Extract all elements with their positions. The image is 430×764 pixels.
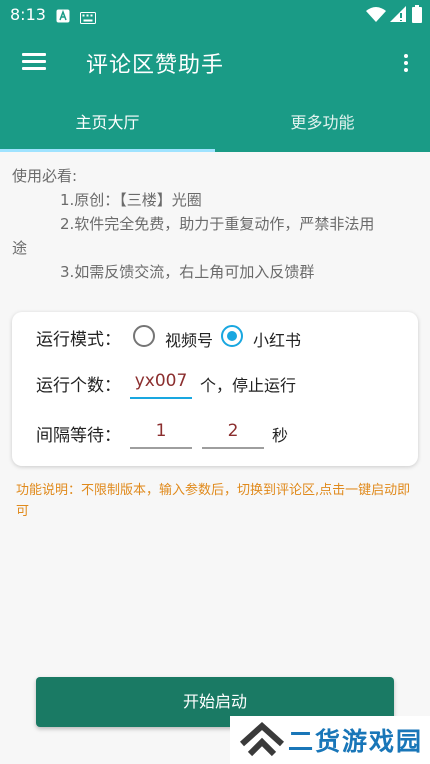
usage-line-2: 2.软件完全免费，助力于重复动作，严禁非法用 [60, 215, 375, 233]
usage-line-1: 1.原创：【三楼】光圈 [60, 191, 202, 209]
app-bar: 评论区赞助手 [0, 30, 430, 94]
interval-label: 间隔等待： [36, 426, 121, 446]
tab-indicator [0, 149, 215, 152]
usage-line-3: 3.如需反馈交流，右上角可加入反馈群 [60, 263, 315, 281]
watermark: 二货游戏园 [230, 716, 430, 764]
hamburger-menu-icon[interactable] [16, 44, 52, 80]
interval-max-input[interactable]: 2 [202, 415, 264, 449]
tab-bar: 主页大厅 更多功能 [0, 94, 430, 152]
usage-notice: 使用必看: 1.原创：【三楼】光圈 2.软件完全免费，助力于重复动作，严禁非法用… [12, 164, 418, 284]
status-bar: 8:13 [0, 0, 430, 30]
interval-min-input[interactable]: 1 [130, 415, 192, 449]
app-title: 评论区赞助手 [86, 53, 225, 78]
radio-xiaohongshu-label[interactable]: 小红书 [253, 327, 301, 351]
usage-heading: 使用必看: [12, 167, 78, 185]
tab-main-hall[interactable]: 主页大厅 [0, 94, 215, 152]
watermark-text: 二货游戏园 [288, 727, 424, 756]
radio-video-channel[interactable] [133, 325, 155, 347]
keyboard-icon [80, 9, 96, 28]
feature-note: 功能说明：不限制版本，输入参数后，切换到评论区,点击一键启动即可 [16, 483, 411, 519]
status-time: 8:13 [10, 5, 46, 24]
usage-line-2-cont: 途 [12, 239, 28, 257]
a-box-icon [56, 8, 70, 27]
signal-icon [390, 6, 406, 26]
radio-video-channel-label[interactable]: 视频号 [165, 327, 213, 351]
tab-more-features[interactable]: 更多功能 [215, 94, 430, 152]
run-mode-label: 运行模式： [36, 330, 121, 350]
run-count-label: 运行个数： [36, 376, 121, 396]
settings-card: 运行模式： 视频号 小红书 运行个数： yx007 个，停止运行 间隔等待： 1… [12, 312, 418, 466]
more-vert-icon[interactable] [392, 48, 420, 78]
battery-icon [412, 5, 422, 27]
run-count-suffix: 个，停止运行 [200, 376, 297, 395]
radio-xiaohongshu[interactable] [221, 325, 243, 347]
interval-unit: 秒 [272, 426, 289, 445]
watermark-logo-icon [239, 721, 285, 757]
run-count-input[interactable]: yx007 [130, 365, 192, 399]
wifi-icon [366, 6, 386, 26]
